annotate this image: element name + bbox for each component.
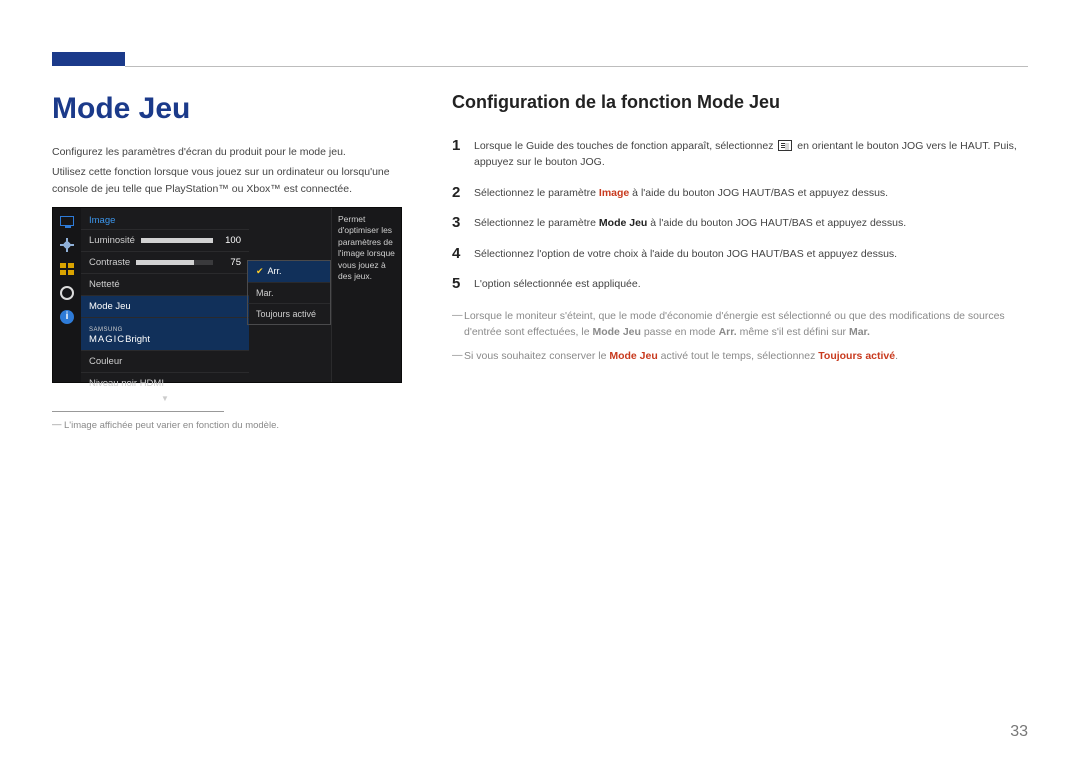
step-2: 2 Sélectionnez le paramètre Image à l'ai… — [452, 178, 1028, 209]
gear-icon — [59, 286, 75, 300]
footnote-text: L'image affichée peut varier en fonction… — [52, 420, 417, 431]
brightness-icon — [59, 238, 75, 252]
osd-label-magic: SAMSUNGMAGICBright — [89, 323, 150, 345]
osd-panel: i Image Luminosité 100 Contraste — [52, 207, 402, 383]
osd-label-nettete: Netteté — [89, 279, 120, 290]
step-5: 5 L'option sélectionnée est appliquée. — [452, 269, 1028, 300]
page-title-right: Configuration de la fonction Mode Jeu — [452, 92, 1028, 113]
dropdown-item-arr[interactable]: ✔Arr. — [248, 261, 330, 282]
dropdown-item-toujours[interactable]: Toujours activé — [248, 303, 330, 324]
step-1: 1 Lorsque le Guide des touches de foncti… — [452, 131, 1028, 178]
osd-row-nettete[interactable]: Netteté — [81, 273, 249, 295]
note-2: Si vous souhaitez conserver le Mode Jeu … — [452, 348, 1028, 364]
osd-row-couleur[interactable]: Couleur — [81, 350, 249, 372]
osd-row-niveau[interactable]: Niveau noir HDMI — [81, 372, 249, 394]
slider-contraste[interactable] — [136, 260, 213, 265]
header-accent-bar — [52, 52, 125, 66]
header-rule — [125, 66, 1028, 67]
step-4: 4 Sélectionnez l'option de votre choix à… — [452, 239, 1028, 270]
note-1: Lorsque le moniteur s'éteint, que le mod… — [452, 308, 1028, 341]
osd-row-luminosite[interactable]: Luminosité 100 — [81, 229, 249, 251]
osd-hint-text: Permet d'optimiser les paramètres de l'i… — [331, 208, 401, 382]
osd-label-luminosite: Luminosité — [89, 235, 135, 246]
osd-label-couleur: Couleur — [89, 356, 122, 367]
pip-icon — [59, 262, 75, 276]
step-3: 3 Sélectionnez le paramètre Mode Jeu à l… — [452, 208, 1028, 239]
osd-value-contraste: 75 — [213, 257, 241, 268]
osd-sidebar: i — [53, 208, 81, 382]
check-icon: ✔ — [256, 266, 264, 276]
osd-label-modejeu: Mode Jeu — [89, 301, 131, 312]
osd-row-contraste[interactable]: Contraste 75 — [81, 251, 249, 273]
chevron-down-icon[interactable]: ▼ — [81, 394, 249, 404]
step-list: 1 Lorsque le Guide des touches de foncti… — [452, 131, 1028, 300]
left-desc-1: Configurez les paramètres d'écran du pro… — [52, 144, 417, 160]
osd-label-niveau: Niveau noir HDMI — [89, 378, 164, 389]
slider-luminosite[interactable] — [141, 238, 213, 243]
page-number: 33 — [1010, 723, 1028, 741]
osd-title: Image — [81, 212, 249, 229]
osd-value-luminosite: 100 — [213, 235, 241, 246]
osd-row-modejeu[interactable]: Mode Jeu — [81, 295, 249, 317]
page-title-left: Mode Jeu — [52, 92, 417, 126]
osd-label-contraste: Contraste — [89, 257, 130, 268]
left-desc-2: Utilisez cette fonction lorsque vous jou… — [52, 164, 417, 197]
dropdown-item-mar[interactable]: Mar. — [248, 282, 330, 303]
osd-menu: Image Luminosité 100 Contraste 75 — [81, 208, 249, 382]
monitor-icon — [59, 214, 75, 228]
footnote-divider — [52, 411, 224, 412]
menu-icon — [778, 140, 792, 151]
osd-row-magicbright[interactable]: SAMSUNGMAGICBright — [81, 317, 249, 350]
info-icon: i — [59, 310, 75, 324]
osd-dropdown: ✔Arr. Mar. Toujours activé — [247, 260, 331, 382]
